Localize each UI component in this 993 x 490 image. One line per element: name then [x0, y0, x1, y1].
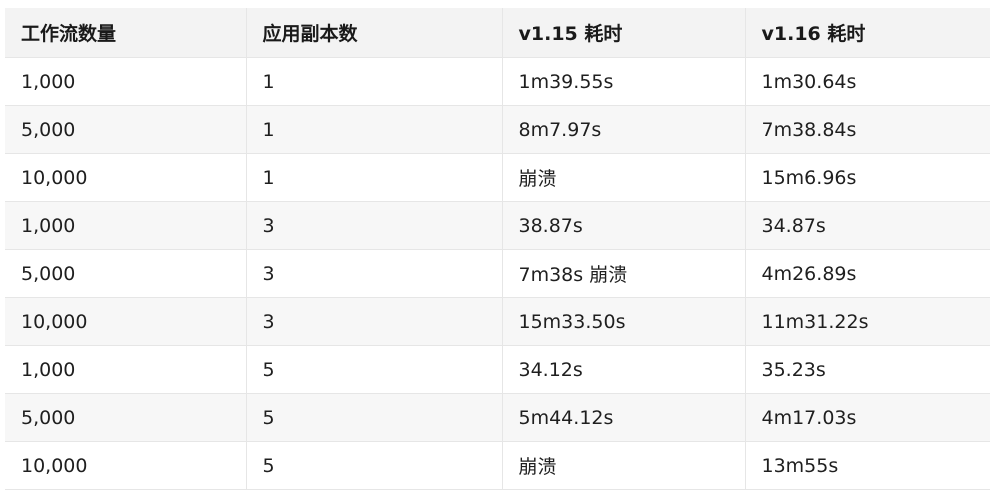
cell-replica-count: 3 [246, 201, 503, 250]
cell-workflow-count: 1,000 [5, 201, 247, 250]
column-header-replica-count: 应用副本数 [246, 8, 503, 58]
cell-workflow-count: 5,000 [5, 105, 247, 154]
cell-v116-duration: 11m31.22s [745, 297, 990, 346]
cell-v116-duration: 15m6.96s [745, 153, 990, 202]
cell-v115-duration: 崩溃 [502, 153, 746, 202]
cell-v115-duration: 5m44.12s [502, 393, 746, 442]
cell-replica-count: 1 [246, 105, 503, 154]
cell-replica-count: 5 [246, 393, 503, 442]
cell-v116-duration: 4m26.89s [745, 249, 990, 298]
cell-v115-duration: 崩溃 [502, 441, 746, 490]
cell-v116-duration: 1m30.64s [745, 57, 990, 106]
table-row: 10,000 5 崩溃 13m55s [5, 441, 990, 490]
cell-v116-duration: 35.23s [745, 345, 990, 394]
table-row: 5,000 3 7m38s 崩溃 4m26.89s [5, 249, 990, 298]
header-row: 工作流数量 应用副本数 v1.15 耗时 v1.16 耗时 [5, 8, 990, 58]
table-row: 1,000 5 34.12s 35.23s [5, 345, 990, 394]
table-header: 工作流数量 应用副本数 v1.15 耗时 v1.16 耗时 [5, 8, 990, 58]
cell-replica-count: 5 [246, 441, 503, 490]
cell-v115-duration: 1m39.55s [502, 57, 746, 106]
table-row: 5,000 5 5m44.12s 4m17.03s [5, 393, 990, 442]
benchmark-table-container: 工作流数量 应用副本数 v1.15 耗时 v1.16 耗时 1,000 1 1m… [5, 8, 990, 490]
cell-workflow-count: 1,000 [5, 345, 247, 394]
cell-replica-count: 3 [246, 249, 503, 298]
cell-workflow-count: 5,000 [5, 249, 247, 298]
cell-workflow-count: 10,000 [5, 297, 247, 346]
table-body: 1,000 1 1m39.55s 1m30.64s 5,000 1 8m7.97… [5, 57, 990, 490]
column-header-workflow-count: 工作流数量 [5, 8, 247, 58]
cell-v115-duration: 38.87s [502, 201, 746, 250]
column-header-v116-duration: v1.16 耗时 [745, 8, 990, 58]
cell-replica-count: 1 [246, 57, 503, 106]
cell-workflow-count: 10,000 [5, 153, 247, 202]
cell-workflow-count: 5,000 [5, 393, 247, 442]
cell-v115-duration: 15m33.50s [502, 297, 746, 346]
cell-v116-duration: 34.87s [745, 201, 990, 250]
column-header-v115-duration: v1.15 耗时 [502, 8, 746, 58]
benchmark-table: 工作流数量 应用副本数 v1.15 耗时 v1.16 耗时 1,000 1 1m… [5, 8, 990, 490]
cell-v116-duration: 7m38.84s [745, 105, 990, 154]
cell-v116-duration: 4m17.03s [745, 393, 990, 442]
cell-v115-duration: 8m7.97s [502, 105, 746, 154]
table-row: 1,000 3 38.87s 34.87s [5, 201, 990, 250]
cell-replica-count: 1 [246, 153, 503, 202]
cell-v115-duration: 34.12s [502, 345, 746, 394]
cell-v116-duration: 13m55s [745, 441, 990, 490]
table-row: 1,000 1 1m39.55s 1m30.64s [5, 57, 990, 106]
cell-workflow-count: 1,000 [5, 57, 247, 106]
table-row: 10,000 1 崩溃 15m6.96s [5, 153, 990, 202]
cell-replica-count: 5 [246, 345, 503, 394]
cell-workflow-count: 10,000 [5, 441, 247, 490]
table-row: 5,000 1 8m7.97s 7m38.84s [5, 105, 990, 154]
cell-v115-duration: 7m38s 崩溃 [502, 249, 746, 298]
cell-replica-count: 3 [246, 297, 503, 346]
table-row: 10,000 3 15m33.50s 11m31.22s [5, 297, 990, 346]
